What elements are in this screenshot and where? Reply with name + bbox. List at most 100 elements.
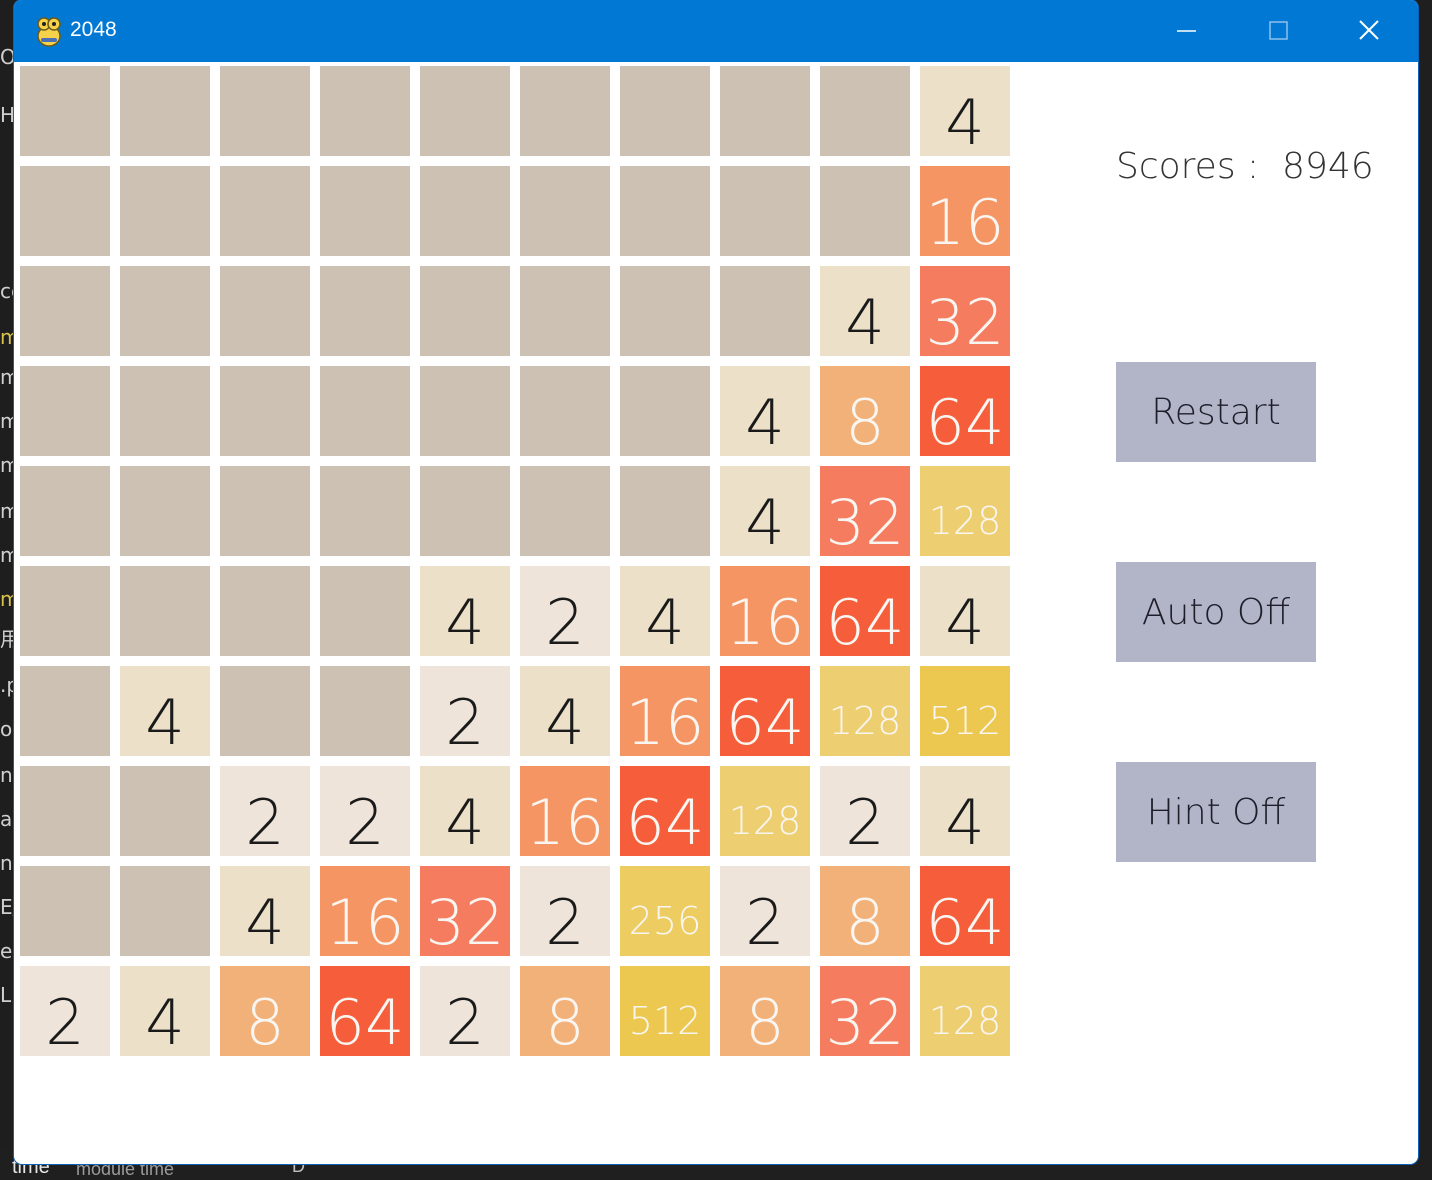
tile-value: 16 bbox=[525, 786, 605, 859]
empty-tile bbox=[220, 166, 310, 256]
tile-value: 4 bbox=[545, 686, 585, 759]
tile-512: 512 bbox=[920, 666, 1010, 756]
empty-tile bbox=[620, 166, 710, 256]
tile-value: 128 bbox=[728, 799, 802, 843]
restart-button[interactable]: Restart bbox=[1116, 362, 1316, 462]
tile-value: 8 bbox=[545, 986, 585, 1059]
maximize-button[interactable] bbox=[1232, 0, 1324, 62]
tile-value: 4 bbox=[145, 686, 185, 759]
tile-16: 16 bbox=[720, 566, 810, 656]
tile-value: 128 bbox=[828, 699, 902, 743]
empty-tile bbox=[420, 266, 510, 356]
tile-value: 4 bbox=[645, 586, 685, 659]
empty-tile bbox=[20, 66, 110, 156]
python-snake-icon bbox=[37, 17, 61, 47]
tile-4: 4 bbox=[920, 766, 1010, 856]
tile-value: 2 bbox=[45, 986, 85, 1059]
score-label: Scores : bbox=[1116, 146, 1260, 187]
empty-tile bbox=[20, 566, 110, 656]
tile-value: 64 bbox=[825, 586, 905, 659]
empty-tile bbox=[320, 366, 410, 456]
tile-16: 16 bbox=[520, 766, 610, 856]
empty-tile bbox=[320, 166, 410, 256]
empty-tile bbox=[720, 166, 810, 256]
score-display: Scores : 8946 bbox=[1116, 146, 1374, 187]
tile-32: 32 bbox=[420, 866, 510, 956]
tile-32: 32 bbox=[920, 266, 1010, 356]
auto-toggle-button[interactable]: Auto Off bbox=[1116, 562, 1316, 662]
tile-4: 4 bbox=[420, 766, 510, 856]
tile-64: 64 bbox=[920, 866, 1010, 956]
empty-tile bbox=[120, 766, 210, 856]
tile-4: 4 bbox=[620, 566, 710, 656]
tile-value: 4 bbox=[145, 986, 185, 1059]
empty-tile bbox=[620, 366, 710, 456]
empty-tile bbox=[720, 66, 810, 156]
tile-8: 8 bbox=[520, 966, 610, 1056]
empty-tile bbox=[120, 866, 210, 956]
tile-128: 128 bbox=[820, 666, 910, 756]
tile-16: 16 bbox=[920, 166, 1010, 256]
tile-32: 32 bbox=[820, 966, 910, 1056]
tile-value: 4 bbox=[845, 286, 885, 359]
tile-2: 2 bbox=[820, 766, 910, 856]
tile-value: 2 bbox=[545, 586, 585, 659]
hint-toggle-button[interactable]: Hint Off bbox=[1116, 762, 1316, 862]
tile-16: 16 bbox=[620, 666, 710, 756]
tile-value: 64 bbox=[925, 886, 1005, 959]
tile-128: 128 bbox=[920, 966, 1010, 1056]
close-icon bbox=[1359, 20, 1379, 40]
title-bar[interactable]: 2048 bbox=[14, 0, 1418, 62]
tile-value: 32 bbox=[825, 486, 905, 559]
empty-tile bbox=[520, 366, 610, 456]
tile-2: 2 bbox=[420, 666, 510, 756]
tile-4: 4 bbox=[920, 566, 1010, 656]
empty-tile bbox=[220, 666, 310, 756]
tile-value: 4 bbox=[445, 586, 485, 659]
minimize-button[interactable] bbox=[1140, 0, 1232, 62]
tile-128: 128 bbox=[920, 466, 1010, 556]
game-board: 4 16 4 32 4 8 64 4 32 128 4 2 4 16 64 4 4 2 4 16 64 128 512 2 2 4… bbox=[20, 66, 1010, 1056]
tile-2: 2 bbox=[520, 866, 610, 956]
tile-value: 16 bbox=[925, 186, 1005, 259]
tile-value: 16 bbox=[625, 686, 705, 759]
empty-tile bbox=[720, 266, 810, 356]
empty-tile bbox=[420, 366, 510, 456]
empty-tile bbox=[320, 266, 410, 356]
tile-value: 2 bbox=[845, 786, 885, 859]
empty-tile bbox=[220, 266, 310, 356]
tile-value: 128 bbox=[928, 999, 1002, 1043]
tile-8: 8 bbox=[720, 966, 810, 1056]
empty-tile bbox=[20, 266, 110, 356]
empty-tile bbox=[820, 66, 910, 156]
empty-tile bbox=[120, 566, 210, 656]
tile-value: 512 bbox=[628, 999, 702, 1043]
tile-value: 64 bbox=[725, 686, 805, 759]
tile-value: 8 bbox=[745, 986, 785, 1059]
game-window: 2048 4 16 4 32 4 8 64 4 32 128 4 2 4 16 64 4 4 2 4 16 64 128 5… bbox=[14, 0, 1418, 1164]
empty-tile bbox=[520, 266, 610, 356]
close-button[interactable] bbox=[1324, 0, 1416, 62]
tile-8: 8 bbox=[820, 866, 910, 956]
tile-4: 4 bbox=[120, 966, 210, 1056]
empty-tile bbox=[520, 66, 610, 156]
tile-4: 4 bbox=[420, 566, 510, 656]
tile-value: 2 bbox=[745, 886, 785, 959]
empty-tile bbox=[520, 466, 610, 556]
tile-value: 32 bbox=[825, 986, 905, 1059]
empty-tile bbox=[220, 366, 310, 456]
tile-value: 2 bbox=[445, 686, 485, 759]
tile-value: 8 bbox=[845, 386, 885, 459]
empty-tile bbox=[420, 66, 510, 156]
tile-value: 16 bbox=[325, 886, 405, 959]
empty-tile bbox=[120, 366, 210, 456]
tile-2: 2 bbox=[420, 966, 510, 1056]
empty-tile bbox=[20, 766, 110, 856]
tile-value: 2 bbox=[545, 886, 585, 959]
tile-value: 8 bbox=[845, 886, 885, 959]
minimize-icon bbox=[1177, 30, 1196, 32]
empty-tile bbox=[120, 166, 210, 256]
tile-value: 32 bbox=[425, 886, 505, 959]
empty-tile bbox=[20, 866, 110, 956]
empty-tile bbox=[320, 666, 410, 756]
